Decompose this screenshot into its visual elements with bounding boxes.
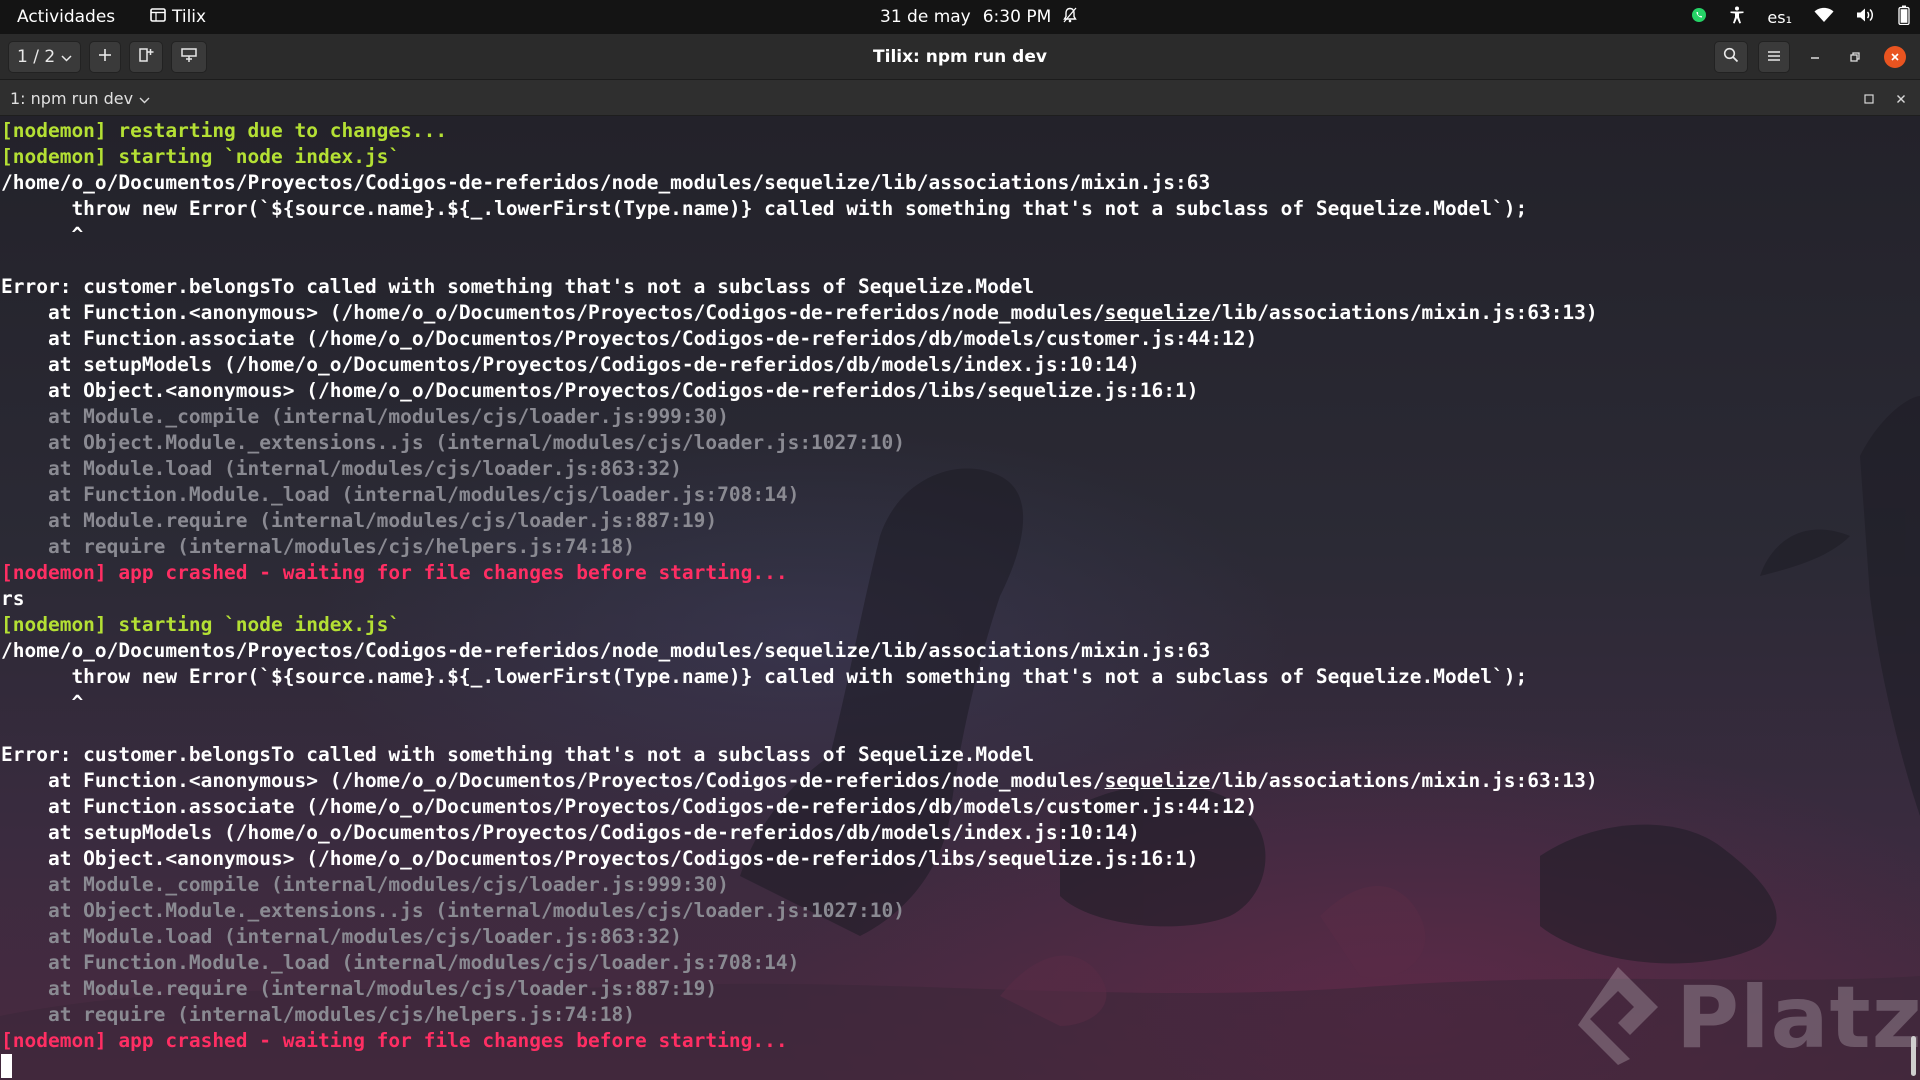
terminal-line: /home/o_o/Documentos/Proyectos/Codigos-d… — [1, 171, 1211, 194]
close-window-button[interactable] — [1880, 42, 1910, 72]
close-terminal-button[interactable] — [1896, 89, 1906, 108]
accessibility-icon[interactable] — [1729, 6, 1745, 29]
terminal-title-controls — [1864, 80, 1906, 116]
date-label: 31 de may — [880, 7, 971, 27]
terminal-line: /home/o_o/Documentos/Proyectos/Codigos-d… — [1, 639, 1211, 662]
chevron-down-icon — [61, 47, 72, 67]
find-button[interactable] — [1714, 41, 1748, 73]
hamburger-menu-icon — [1767, 47, 1781, 67]
terminal-line: [nodemon] app crashed - waiting for file… — [1, 1029, 788, 1052]
terminal-line: at Function.associate (/home/o_o/Documen… — [1, 795, 1258, 818]
terminal-line: at require (internal/modules/cjs/helpers… — [1, 1003, 635, 1026]
header-left-controls: 1 / 2 — [8, 41, 208, 73]
terminal-line: at Module._compile (internal/modules/cjs… — [1, 873, 729, 896]
terminal-title-menu[interactable]: 1: npm run dev — [10, 80, 150, 116]
tilix-header-bar: 1 / 2 Tilix: npm run dev — [0, 34, 1920, 80]
terminal-line: at require (internal/modules/cjs/helpers… — [1, 535, 635, 558]
terminal-line: [nodemon] app crashed - waiting for file… — [1, 561, 788, 584]
terminal-title-label: 1: npm run dev — [10, 88, 134, 108]
chevron-down-icon — [139, 89, 150, 108]
terminal-line: at Module.load (internal/modules/cjs/loa… — [1, 925, 682, 948]
terminal-line: ^ — [1, 691, 84, 714]
system-tray[interactable]: es₁ — [1691, 0, 1910, 34]
terminal-line: at Object.<anonymous> (/home/o_o/Documen… — [1, 847, 1199, 870]
terminal-line: throw new Error(`${source.name}.${_.lowe… — [1, 665, 1528, 688]
new-session-button[interactable] — [89, 41, 122, 73]
terminal-line: [nodemon] starting `node index.js` — [1, 613, 401, 636]
restore-button[interactable] — [1840, 42, 1870, 72]
battery-icon[interactable] — [1898, 5, 1910, 30]
time-label: 6:30 PM — [982, 7, 1052, 27]
terminal-output: [nodemon] restarting due to changes... [n… — [1, 118, 1896, 1080]
terminal-line-text: at Function.<anonymous> (/home/o_o/Docum… — [1, 769, 1105, 792]
maximize-terminal-button[interactable] — [1864, 89, 1874, 108]
whatsapp-icon[interactable] — [1691, 7, 1707, 28]
terminal-line: [nodemon] starting `node index.js` — [1, 145, 401, 168]
terminal-line: at setupModels (/home/o_o/Documentos/Pro… — [1, 353, 1140, 376]
app-menu-tilix[interactable]: Tilix — [150, 0, 206, 34]
terminal-line: Error: customer.belongsTo called with so… — [1, 275, 1035, 298]
input-language-indicator[interactable]: es₁ — [1767, 8, 1792, 27]
volume-icon[interactable] — [1856, 7, 1876, 28]
terminal-line: [nodemon] restarting due to changes... — [1, 119, 448, 142]
terminal-app-icon — [150, 7, 166, 27]
terminal-line: at Object.<anonymous> (/home/o_o/Documen… — [1, 379, 1199, 402]
split-down-icon — [180, 47, 198, 68]
terminal-line: at Object.Module._extensions..js (intern… — [1, 899, 905, 922]
search-icon — [1723, 47, 1739, 68]
terminal-line: at Function.Module._load (internal/modul… — [1, 483, 800, 506]
terminal-line: at Module._compile (internal/modules/cjs… — [1, 405, 729, 428]
terminal-line: throw new Error(`${source.name}.${_.lowe… — [1, 197, 1528, 220]
terminal-line: at Module.require (internal/modules/cjs/… — [1, 509, 718, 532]
wifi-icon[interactable] — [1814, 7, 1834, 28]
terminal-line: at Object.Module._extensions..js (intern… — [1, 431, 905, 454]
split-right-icon — [138, 47, 154, 68]
terminal-line-text: at Function.<anonymous> (/home/o_o/Docum… — [1, 301, 1105, 324]
plus-icon — [98, 47, 112, 67]
terminal-line: at setupModels (/home/o_o/Documentos/Pro… — [1, 821, 1140, 844]
terminal-line: at Function.<anonymous> (/home/o_o/Docum… — [1, 300, 1896, 326]
terminal-line: Error: customer.belongsTo called with so… — [1, 743, 1035, 766]
gnome-top-bar: Actividades Tilix 31 de may 6:30 PM es₁ — [0, 0, 1920, 34]
terminal-line: at Function.associate (/home/o_o/Documen… — [1, 327, 1258, 350]
terminal-line: at Module.require (internal/modules/cjs/… — [1, 977, 718, 1000]
activities-button[interactable]: Actividades — [17, 0, 115, 34]
terminal-line-text: /lib/associations/mixin.js:63:13) — [1210, 769, 1598, 792]
terminal-line: ^ — [1, 223, 84, 246]
terminal-line: at Function.<anonymous> (/home/o_o/Docum… — [1, 768, 1896, 794]
header-right-controls — [1714, 41, 1910, 73]
terminal-cursor — [1, 1054, 12, 1078]
clock-button[interactable]: 31 de may 6:30 PM — [880, 0, 1077, 34]
add-terminal-right-button[interactable] — [129, 41, 164, 73]
terminal-title-bar: 1: npm run dev — [0, 80, 1920, 116]
terminal-line: rs — [1, 587, 25, 610]
terminal-line: at Function.Module._load (internal/modul… — [1, 951, 800, 974]
session-switcher-button[interactable]: 1 / 2 — [8, 41, 82, 73]
minimize-icon — [1809, 48, 1821, 67]
terminal-view[interactable]: Platzi [nodemon] restarting due to chang… — [0, 116, 1920, 1080]
minimize-button[interactable] — [1800, 42, 1830, 72]
terminal-link-sequelize[interactable]: sequelize — [1105, 301, 1211, 324]
app-name: Tilix — [172, 7, 207, 27]
terminal-line-text: /lib/associations/mixin.js:63:13) — [1210, 301, 1598, 324]
terminal-link-sequelize[interactable]: sequelize — [1105, 769, 1211, 792]
session-switcher-label: 1 / 2 — [17, 47, 56, 67]
terminal-prompt-line[interactable] — [1, 1054, 1896, 1080]
close-icon — [1884, 46, 1906, 68]
terminal-scrollbar[interactable] — [1911, 1036, 1916, 1076]
add-terminal-down-button[interactable] — [171, 41, 208, 73]
terminal-line: at Module.load (internal/modules/cjs/loa… — [1, 457, 682, 480]
restore-icon — [1849, 48, 1861, 67]
window-title: Tilix: npm run dev — [873, 47, 1047, 67]
bell-icon — [1063, 7, 1077, 28]
main-menu-button[interactable] — [1758, 41, 1790, 73]
